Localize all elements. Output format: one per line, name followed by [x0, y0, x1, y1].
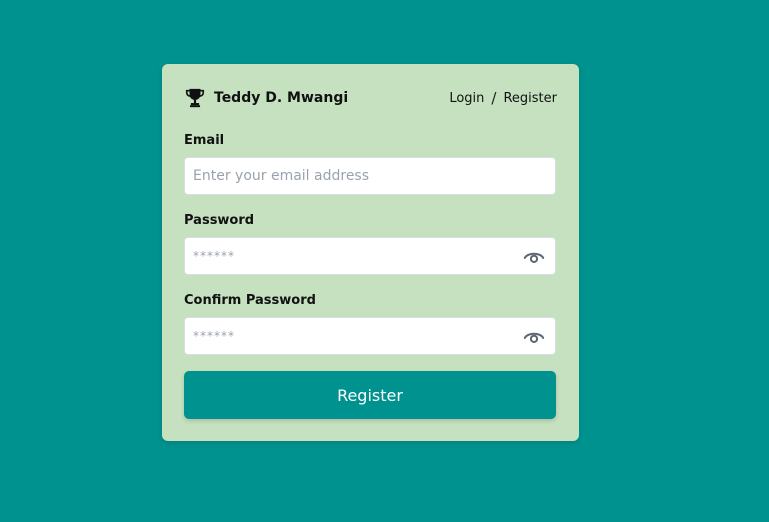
show-password-eye-icon[interactable]: [523, 247, 545, 267]
confirm-password-label: Confirm Password: [184, 293, 316, 308]
register-link[interactable]: Register: [503, 91, 557, 106]
login-link[interactable]: Login: [449, 91, 484, 106]
email-label: Email: [184, 133, 225, 148]
nav-separator: /: [491, 89, 497, 107]
auth-nav: Login / Register: [449, 89, 557, 107]
confirm-password-field-wrapper: [184, 317, 556, 355]
brand: Teddy D. Mwangi: [184, 87, 348, 109]
email-input[interactable]: [185, 158, 555, 194]
show-confirm-password-eye-icon[interactable]: [523, 327, 545, 347]
password-field-wrapper: [184, 237, 556, 275]
register-card: Teddy D. Mwangi Login / Register Email P…: [162, 64, 579, 441]
card-header: Teddy D. Mwangi Login / Register: [184, 86, 557, 110]
brand-name: Teddy D. Mwangi: [214, 90, 349, 106]
confirm-password-input[interactable]: [185, 318, 555, 354]
email-field-wrapper: [184, 157, 556, 195]
register-button[interactable]: Register: [184, 371, 556, 419]
trophy-icon: [184, 87, 206, 109]
password-label: Password: [184, 213, 255, 228]
password-input[interactable]: [185, 238, 555, 274]
